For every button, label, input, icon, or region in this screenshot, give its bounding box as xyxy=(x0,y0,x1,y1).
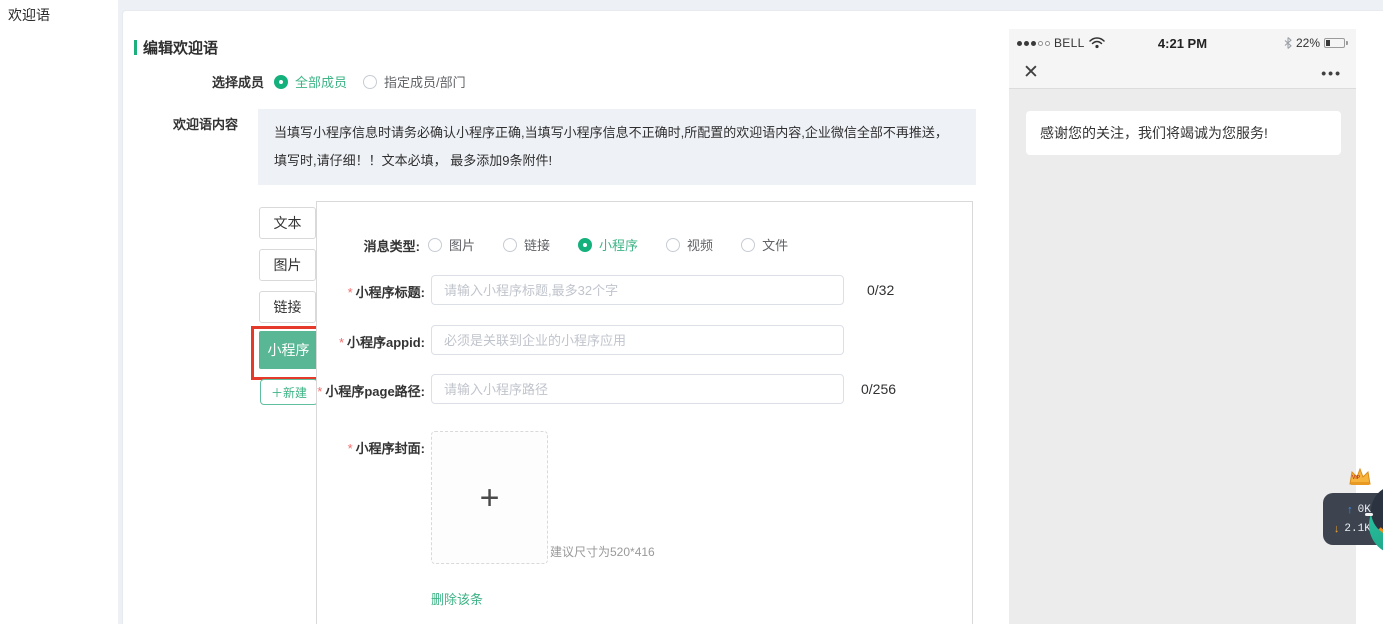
radio-type-file-label[interactable]: 文件 xyxy=(762,235,788,254)
required-asterisk: * xyxy=(348,285,353,300)
delete-entry-link[interactable]: 删除该条 xyxy=(431,589,483,608)
miniprogram-title-label: *小程序标题: xyxy=(288,282,425,301)
radio-type-file[interactable] xyxy=(741,238,755,252)
message-type-label: 消息类型: xyxy=(343,236,420,255)
battery-percent: 22% xyxy=(1296,36,1320,50)
miniprogram-form-panel xyxy=(316,201,973,624)
miniprogram-title-input[interactable] xyxy=(431,275,844,305)
page: 欢迎语 编辑欢迎语 选择成员 全部成员 指定成员/部门 欢迎语内容 当填写小程序… xyxy=(0,0,1383,624)
bluetooth-icon xyxy=(1284,37,1292,49)
radio-type-link[interactable] xyxy=(503,238,517,252)
gauge-needle-icon xyxy=(1365,513,1373,516)
cover-upload-dropzone[interactable]: + xyxy=(431,431,548,564)
phone-preview: BELL 4:21 PM 22% xyxy=(1009,29,1356,624)
upload-arrow-icon: ↑ xyxy=(1347,504,1353,516)
signal-strength-icon xyxy=(1017,41,1050,46)
radio-type-miniprogram-label[interactable]: 小程序 xyxy=(599,235,638,254)
miniprogram-path-input[interactable] xyxy=(431,374,844,404)
radio-type-miniprogram[interactable] xyxy=(578,238,592,252)
tab-image[interactable]: 图片 xyxy=(259,249,316,281)
radio-type-image[interactable] xyxy=(428,238,442,252)
required-asterisk: * xyxy=(339,335,344,350)
section-title: 编辑欢迎语 xyxy=(134,37,218,58)
radio-specific-members-label[interactable]: 指定成员/部门 xyxy=(384,72,466,91)
miniprogram-appid-input[interactable] xyxy=(431,325,844,355)
title-char-counter: 0/32 xyxy=(867,282,894,298)
main-panel: 编辑欢迎语 选择成员 全部成员 指定成员/部门 欢迎语内容 当填写小程序信息时请… xyxy=(122,10,1383,624)
welcome-message-bubble: 感谢您的关注，我们将竭诚为您服务! xyxy=(1026,111,1341,155)
path-char-counter: 0/256 xyxy=(861,381,896,397)
welcome-content-label: 欢迎语内容 xyxy=(143,114,238,133)
miniprogram-cover-label: *小程序封面: xyxy=(288,438,425,457)
cover-size-hint: 建议尺寸为520*416 xyxy=(550,543,655,560)
wifi-icon xyxy=(1089,37,1105,49)
miniprogram-appid-label: *小程序appid: xyxy=(288,332,425,351)
more-options-icon[interactable]: ••• xyxy=(1321,65,1342,81)
warning-notice: 当填写小程序信息时请务必确认小程序正确,当填写小程序信息不正确时,所配置的欢迎语… xyxy=(258,109,976,185)
tab-text[interactable]: 文本 xyxy=(259,207,316,239)
sidebar: 欢迎语 xyxy=(0,0,118,624)
radio-type-video-label[interactable]: 视频 xyxy=(687,235,713,254)
title-accent-bar xyxy=(134,40,137,55)
radio-type-video[interactable] xyxy=(666,238,680,252)
radio-type-image-label[interactable]: 图片 xyxy=(449,235,475,254)
miniprogram-path-label: *小程序page路径: xyxy=(288,381,425,400)
vip-label: VIP xyxy=(1352,475,1360,481)
radio-specific-members[interactable] xyxy=(363,75,377,89)
member-select-label: 选择成员 xyxy=(123,72,264,91)
plus-icon: + xyxy=(480,481,500,515)
message-type-options: 图片 链接 小程序 视频 文件 xyxy=(428,235,788,254)
required-asterisk: * xyxy=(348,441,353,456)
page-title: 编辑欢迎语 xyxy=(143,37,218,58)
phone-nav-bar: ✕ ••• xyxy=(1009,57,1356,89)
required-asterisk: * xyxy=(317,384,322,399)
radio-all-members[interactable] xyxy=(274,75,288,89)
close-icon[interactable]: ✕ xyxy=(1023,63,1039,82)
phone-status-bar: BELL 4:21 PM 22% xyxy=(1009,29,1356,57)
phone-header: BELL 4:21 PM 22% xyxy=(1009,29,1356,89)
clock-time: 4:21 PM xyxy=(1158,36,1207,51)
battery-icon xyxy=(1324,38,1348,48)
vip-crown-icon: VIP xyxy=(1347,466,1373,488)
carrier-name: BELL xyxy=(1054,36,1085,50)
radio-all-members-label[interactable]: 全部成员 xyxy=(295,72,347,91)
member-select-row: 选择成员 全部成员 指定成员/部门 xyxy=(123,72,466,91)
radio-type-link-label[interactable]: 链接 xyxy=(524,235,550,254)
sidebar-item-welcome-message[interactable]: 欢迎语 xyxy=(0,0,118,25)
download-arrow-icon: ↓ xyxy=(1334,523,1340,535)
